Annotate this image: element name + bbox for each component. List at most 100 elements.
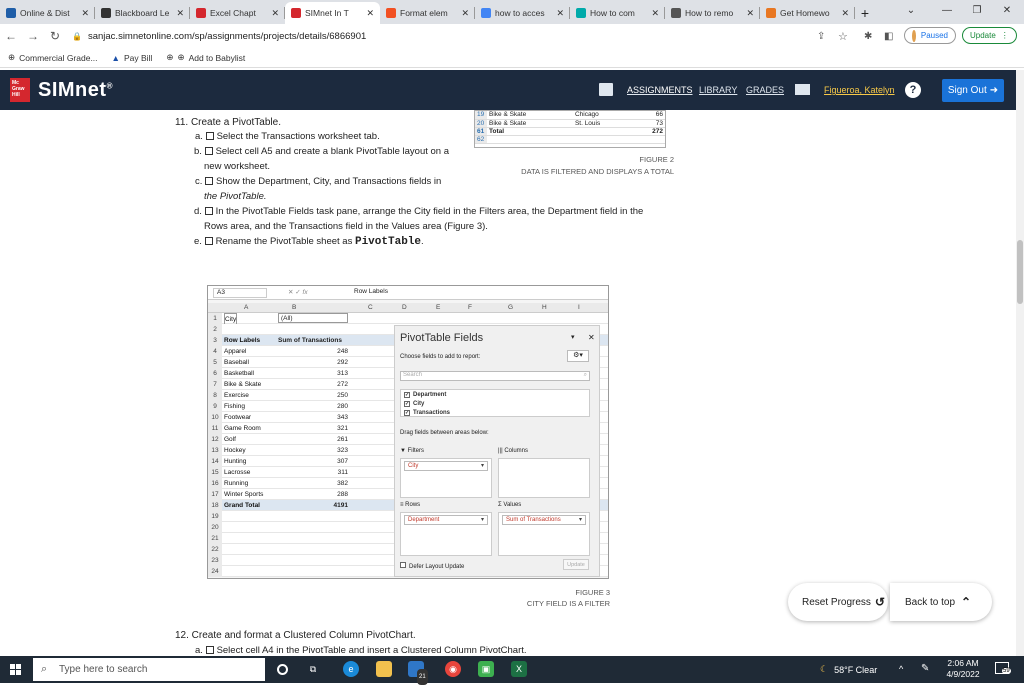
file-explorer-icon[interactable] bbox=[376, 661, 392, 677]
notification-icon[interactable]: 59 bbox=[995, 662, 1009, 674]
user-name-link[interactable]: Figueroa, Katelyn bbox=[824, 70, 895, 110]
nav-grades[interactable]: GRADES bbox=[746, 70, 784, 110]
close-tab-icon[interactable]: ✕ bbox=[556, 8, 564, 19]
rows-area: Department▾ bbox=[400, 512, 492, 556]
checkbox[interactable] bbox=[205, 147, 213, 155]
table-row: 1City(All) bbox=[208, 313, 608, 324]
extensions-icon[interactable]: ✱ bbox=[864, 31, 872, 42]
clock[interactable]: 2:06 AM4/9/2022 bbox=[943, 658, 983, 680]
close-window-button[interactable]: ✕ bbox=[992, 0, 1022, 22]
figure-2-cell: Total bbox=[487, 127, 573, 135]
area-label: Values bbox=[503, 502, 521, 508]
close-tab-icon[interactable]: ✕ bbox=[651, 8, 659, 19]
update-button[interactable]: Update ⋮ bbox=[962, 27, 1017, 44]
cell-label: Apparel bbox=[224, 346, 246, 357]
mcgraw-hill-logo: McGrawHill bbox=[10, 78, 30, 102]
column-header: E bbox=[436, 304, 440, 311]
task-view-icon[interactable]: ⧉ bbox=[305, 661, 321, 677]
bookmark-commercial-grade[interactable]: ⊕Commercial Grade... bbox=[8, 52, 98, 63]
forward-icon[interactable]: → bbox=[22, 29, 44, 43]
new-tab-button[interactable]: + bbox=[855, 2, 875, 24]
checkbox[interactable] bbox=[205, 237, 213, 245]
cell-value: 4191 bbox=[278, 500, 348, 511]
step-text: new worksheet. bbox=[204, 161, 270, 172]
step-11-title: 11. Create a PivotTable. bbox=[175, 117, 281, 128]
windows-taskbar: ⌕Type here to search ⧉ e 21 ◉ ▣ X ☾58°F … bbox=[0, 656, 1024, 683]
update-label: Update bbox=[970, 31, 996, 40]
close-tab-icon[interactable]: ✕ bbox=[81, 8, 89, 19]
cortana-icon[interactable] bbox=[277, 664, 288, 675]
tab-search-icon[interactable]: ⌄ bbox=[896, 0, 926, 22]
edge-icon[interactable]: e bbox=[343, 661, 359, 677]
moon-icon: ☾ bbox=[820, 664, 828, 675]
checkbox[interactable] bbox=[205, 177, 213, 185]
nav-library[interactable]: LIBRARY bbox=[699, 70, 737, 110]
back-icon[interactable]: ← bbox=[0, 29, 22, 43]
step-text: the PivotTable. bbox=[204, 191, 267, 202]
close-tab-icon[interactable]: ✕ bbox=[746, 8, 754, 19]
reset-progress-button[interactable]: Reset Progress↺ bbox=[788, 583, 888, 621]
reload-icon[interactable]: ↻ bbox=[44, 29, 66, 43]
store-icon[interactable]: ▣ bbox=[478, 661, 494, 677]
mail-icon[interactable]: 21 bbox=[408, 661, 424, 677]
defer-layout-checkbox: Defer Layout Update bbox=[400, 562, 464, 570]
figure-2-cell: 62 bbox=[475, 135, 487, 143]
drag-fields-label: Drag fields between areas below: bbox=[400, 430, 489, 436]
url-field[interactable]: 🔒 sanjac.simnetonline.com/sp/assignments… bbox=[72, 31, 366, 42]
pen-icon[interactable]: ✎ bbox=[921, 663, 929, 674]
scrollbar-thumb[interactable] bbox=[1017, 240, 1023, 304]
mcgraw-icon bbox=[291, 8, 301, 18]
bookmark-pay-bill[interactable]: ▲Pay Bill bbox=[112, 53, 153, 63]
mail-icon[interactable] bbox=[795, 84, 810, 95]
close-tab-icon[interactable]: ✕ bbox=[271, 8, 279, 19]
share-icon[interactable]: ⇪ bbox=[817, 31, 825, 42]
browser-tab[interactable]: Excel Chapt✕ bbox=[190, 2, 285, 24]
browser-tab[interactable]: Online & Dist✕ bbox=[0, 2, 95, 24]
maximize-button[interactable]: ❐ bbox=[962, 0, 992, 22]
bookmark-add-to-babylist[interactable]: ⊕⊕Add to Babylist bbox=[166, 52, 245, 63]
values-area-label: Σ Values bbox=[498, 502, 521, 508]
browser-tab[interactable]: Format elem✕ bbox=[380, 2, 475, 24]
figure-2-row: 20Bike & SkateSt. Louis73 bbox=[475, 119, 665, 127]
taskbar-search-box[interactable]: ⌕Type here to search bbox=[33, 658, 265, 681]
sign-out-icon: ➜ bbox=[990, 85, 998, 96]
sign-out-button[interactable]: Sign Out➜ bbox=[942, 79, 1004, 102]
page-scrollbar[interactable] bbox=[1016, 70, 1024, 656]
windows-start-icon[interactable] bbox=[10, 664, 21, 675]
close-tab-icon[interactable]: ✕ bbox=[841, 8, 849, 19]
nav-assignments[interactable]: ASSIGNMENTS bbox=[627, 70, 693, 110]
figure-3-image: A3 ✕ ✓ fx Row Labels ABCDEFGHI 1City(All… bbox=[207, 285, 609, 579]
chrome-icon[interactable]: ◉ bbox=[445, 661, 461, 677]
bookmark-star-icon[interactable]: ☆ bbox=[838, 30, 848, 43]
tray-chevron-icon[interactable]: ^ bbox=[899, 664, 903, 674]
row-number: 20 bbox=[208, 522, 222, 533]
weather-widget[interactable]: ☾58°F Clear bbox=[820, 656, 877, 683]
excel-icon[interactable]: X bbox=[511, 661, 527, 677]
checkbox[interactable] bbox=[205, 207, 213, 215]
close-tab-icon[interactable]: ✕ bbox=[176, 8, 184, 19]
cell-label: Hunting bbox=[224, 456, 246, 467]
nav-label: LIBRARY bbox=[699, 85, 737, 95]
checkbox[interactable] bbox=[206, 132, 214, 140]
browser-tab[interactable]: Blackboard Le✕ bbox=[95, 2, 190, 24]
cell-value: 382 bbox=[278, 478, 348, 489]
minimize-button[interactable]: — bbox=[932, 0, 962, 22]
step-11b: b. Select cell A5 and create a blank Piv… bbox=[194, 146, 449, 157]
checkbox[interactable] bbox=[206, 646, 214, 654]
sidebar-icon[interactable]: ◧ bbox=[884, 31, 893, 42]
help-icon[interactable]: ? bbox=[905, 82, 921, 98]
browser-tab[interactable]: How to remo✕ bbox=[665, 2, 760, 24]
back-to-top-button[interactable]: Back to top⌃ bbox=[890, 583, 992, 621]
browser-tab[interactable]: How to com✕ bbox=[570, 2, 665, 24]
profile-paused-button[interactable]: Paused bbox=[904, 27, 956, 44]
browser-tab[interactable]: SIMnet In T✕ bbox=[285, 2, 380, 24]
close-tab-icon[interactable]: ✕ bbox=[461, 8, 469, 19]
step-11d: d. In the PivotTable Fields task pane, a… bbox=[194, 206, 643, 217]
rows-item: Department▾ bbox=[404, 515, 488, 525]
cell-label: Running bbox=[224, 478, 248, 489]
browser-tab[interactable]: Get Homewo✕ bbox=[760, 2, 855, 24]
close-icon: ✕ bbox=[588, 333, 595, 342]
url-text: sanjac.simnetonline.com/sp/assignments/p… bbox=[88, 31, 366, 42]
close-tab-icon[interactable]: ✕ bbox=[366, 8, 374, 19]
browser-tab[interactable]: how to acces✕ bbox=[475, 2, 570, 24]
